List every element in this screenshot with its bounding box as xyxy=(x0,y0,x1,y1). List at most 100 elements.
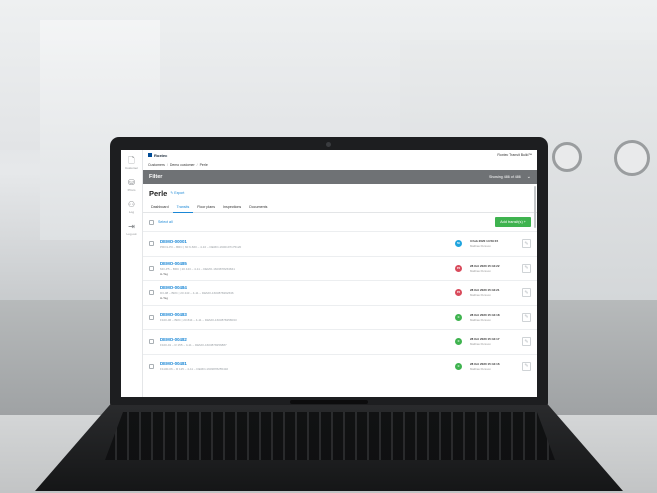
table-row[interactable]: DEMO-00482 F100-01 – R 155 – 4-11 – DEMO-… xyxy=(143,329,537,354)
add-transit-button[interactable]: Add transit(s) + xyxy=(495,217,531,227)
wall-clock xyxy=(552,142,582,172)
row-checkbox[interactable] xyxy=(149,314,154,320)
transit-description: F100-01 – R 155 – 4-11 – DEMO-1603878256… xyxy=(160,342,227,347)
breadcrumb: Customers / Demo customer / Perle xyxy=(143,160,537,170)
laptop-lid: 🗋 Customer ⛁ Prism ⚇ Log ⇥ Log out Roxtec Roxte… xyxy=(110,137,548,405)
table-row[interactable]: DEMO-00001 PRO1-P0 – BRC | 60 6-660 – 4-1… xyxy=(143,231,537,256)
row-author: Mathias Persson xyxy=(470,317,491,322)
export-link[interactable]: ✎ Export xyxy=(170,191,184,195)
breadcrumb-separator: / xyxy=(166,163,168,167)
edit-icon[interactable]: ✎ xyxy=(522,337,531,347)
rail-item-customer[interactable]: 🗋 Customer xyxy=(121,156,142,170)
table-row[interactable]: DEMO-00483 F100-06 – BRC | 20 844 – 4-11 … xyxy=(143,304,537,330)
table-row[interactable]: DEMO-00485 MO-P5 – BRC | 20 443 – 4-11 – … xyxy=(143,255,537,281)
table-row[interactable]: DEMO-00484 D3-08 – BRC | 20 443 – 4-11 – … xyxy=(143,280,537,305)
status-badge: P2 xyxy=(455,264,462,272)
showing-count: Showing 486 of 486 xyxy=(489,175,521,179)
transit-id[interactable]: DEMO-00001 xyxy=(160,239,455,244)
select-all[interactable]: Select all xyxy=(149,219,173,225)
row-text: DEMO-00001 PRO1-P0 – BRC | 60 6-660 – 4-1… xyxy=(160,239,455,249)
tab-inspections[interactable]: Inspections xyxy=(219,202,245,213)
rail-item-prism[interactable]: ⛁ Prism xyxy=(121,178,142,192)
page-header: Perle ✎ Export xyxy=(143,184,537,202)
status-badge: C xyxy=(455,338,462,346)
status-badge: C xyxy=(455,313,462,321)
row-meta: 28 Oct 2020 15:44:21 Mathias Persson xyxy=(470,288,522,297)
user-menu[interactable]: Roxtec Transit Build™ xyxy=(497,153,532,157)
transit-description: MO-P5 – BRC | 20 443 – 4-11 – DEMO-16038… xyxy=(160,266,235,271)
row-meta: 28 Oct 2020 15:44:17 Mathias Persson xyxy=(470,337,522,346)
tab-floor-plans[interactable]: Floor plans xyxy=(193,202,219,213)
row-meta: 3 Feb 2020 14:59:15 Mathias Persson xyxy=(470,239,522,248)
transit-description: F1100-06 – R 125 – 4-11 – DEMO-160387825… xyxy=(160,367,229,372)
rail-item-log[interactable]: ⚇ Log xyxy=(121,200,142,214)
row-text: DEMO-00483 F100-06 – BRC | 20 844 – 4-11 … xyxy=(160,312,455,322)
transit-id[interactable]: DEMO-00481 xyxy=(160,361,455,366)
tab-dashboard[interactable]: Dashboard xyxy=(147,202,173,213)
row-text: DEMO-00482 F100-01 – R 155 – 4-11 – DEMO-… xyxy=(160,337,455,347)
rail-item-label: Log xyxy=(128,210,134,214)
rail-item-log-out[interactable]: ⇥ Log out xyxy=(121,222,142,236)
laptop-screen: 🗋 Customer ⛁ Prism ⚇ Log ⇥ Log out Roxtec Roxte… xyxy=(121,150,537,397)
row-author: Mathias Persson xyxy=(470,342,491,347)
laptop-hinge xyxy=(290,400,368,404)
transit-list: DEMO-00001 PRO1-P0 – BRC | 60 6-660 – 4-1… xyxy=(143,231,537,378)
breadcrumb-customers[interactable]: Customers xyxy=(148,163,165,167)
row-text: DEMO-00481 F1100-06 – R 125 – 4-11 – DEMO… xyxy=(160,361,455,371)
filter-title: Filter xyxy=(149,174,163,180)
transit-id[interactable]: DEMO-00483 xyxy=(160,312,455,317)
row-checkbox[interactable] xyxy=(149,265,154,271)
row-text: DEMO-00484 D3-08 – BRC | 20 443 – 4-11 – … xyxy=(160,285,455,300)
scrollbar[interactable] xyxy=(534,186,536,228)
logout-icon: ⇥ xyxy=(128,222,135,231)
transit-id[interactable]: DEMO-00484 xyxy=(160,285,455,290)
filter-right: Showing 486 of 486 ⌄ xyxy=(489,174,531,180)
row-checkbox[interactable] xyxy=(149,339,154,345)
row-date: 28 Oct 2020 15:44:17 xyxy=(470,337,500,342)
edit-icon[interactable]: ✎ xyxy=(522,288,531,298)
row-meta: 28 Oct 2020 15:44:22 Mathias Persson xyxy=(470,264,522,273)
edit-icon[interactable]: ✎ xyxy=(522,239,531,249)
tab-documents[interactable]: Documents xyxy=(245,202,271,213)
laptop-keyboard xyxy=(105,412,555,460)
page-title: Perle xyxy=(149,188,168,198)
breadcrumb-separator: / xyxy=(196,163,198,167)
edit-icon[interactable]: ✎ xyxy=(522,312,531,322)
row-checkbox[interactable] xyxy=(149,290,154,296)
row-date: 28 Oct 2020 15:44:21 xyxy=(470,288,500,293)
transit-tag: H-Tag xyxy=(160,271,169,276)
tab-bar: Dashboard Transits Floor plans Inspections D… xyxy=(143,202,537,213)
edit-icon[interactable]: ✎ xyxy=(522,263,531,273)
select-all-checkbox[interactable] xyxy=(149,219,154,225)
row-checkbox[interactable] xyxy=(149,241,154,247)
transit-description: F100-06 – BRC | 20 844 – 4-11 – DEMO-160… xyxy=(160,318,237,323)
row-date: 28 Oct 2020 15:44:16 xyxy=(470,361,500,366)
rail-item-label: Log out xyxy=(126,232,137,236)
breadcrumb-perle: Perle xyxy=(199,163,208,167)
wall-clock xyxy=(614,140,650,176)
row-text: DEMO-00485 MO-P5 – BRC | 20 443 – 4-11 – … xyxy=(160,261,455,276)
transit-id[interactable]: DEMO-00482 xyxy=(160,337,455,342)
breadcrumb-demo-customer[interactable]: Demo customer xyxy=(170,163,195,167)
select-all-label[interactable]: Select all xyxy=(158,220,173,224)
row-author: Mathias Persson xyxy=(470,366,491,371)
brand[interactable]: Roxtec xyxy=(148,153,167,158)
row-meta: 28 Oct 2020 15:44:16 Mathias Persson xyxy=(470,362,522,371)
tab-transits[interactable]: Transits xyxy=(172,202,194,213)
transit-id[interactable]: DEMO-00485 xyxy=(160,261,455,266)
app-main: Roxtec Roxtec Transit Build™ Customers /… xyxy=(143,150,537,397)
table-row[interactable]: DEMO-00481 F1100-06 – R 125 – 4-11 – DEMO… xyxy=(143,353,537,379)
transit-description: PRO1-P0 – BRC | 60 6-660 – 4-10 – DEMO-1… xyxy=(160,244,242,249)
row-meta: 28 Oct 2020 15:44:18 Mathias Persson xyxy=(470,313,522,322)
top-bar: Roxtec Roxtec Transit Build™ xyxy=(143,150,537,160)
chevron-down-icon[interactable]: ⌄ xyxy=(527,174,531,180)
row-checkbox[interactable] xyxy=(149,363,154,369)
filter-bar[interactable]: Filter Showing 486 of 486 ⌄ xyxy=(143,170,537,184)
row-date: 28 Oct 2020 15:44:18 xyxy=(470,312,500,317)
edit-icon[interactable]: ✎ xyxy=(522,361,531,371)
list-actions: Select all Add transit(s) + xyxy=(143,213,537,231)
document-icon: 🗋 xyxy=(128,156,135,165)
transit-tag: H-Tag xyxy=(160,296,169,301)
status-badge: P2 xyxy=(455,289,462,297)
brand-logo-icon xyxy=(148,153,152,157)
